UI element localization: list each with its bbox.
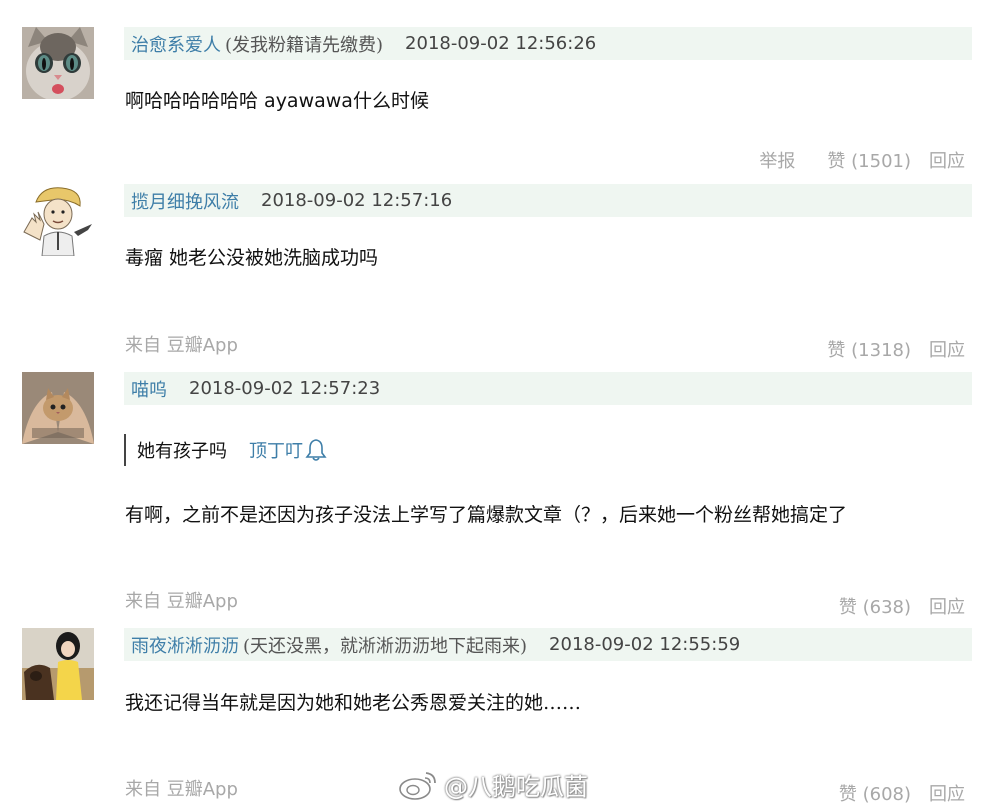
- avatar-cat[interactable]: [22, 27, 94, 99]
- comment-time: 2018-09-02 12:56:26: [405, 33, 597, 54]
- report-link[interactable]: 举报: [759, 147, 795, 173]
- comment-time: 2018-09-02 12:57:16: [261, 190, 453, 211]
- comment-header: 雨夜淅淅沥沥 (天还没黑，就淅淅沥沥地下起雨来) 2018-09-02 12:5…: [124, 628, 972, 661]
- reply-link[interactable]: 回应: [929, 593, 965, 619]
- comment-text-part: 啊哈哈哈哈哈哈: [125, 90, 265, 112]
- reply-link[interactable]: 回应: [929, 147, 965, 173]
- comment-actions: 赞 (1318) 回应: [827, 336, 965, 362]
- quoted-comment: 她有孩子吗 顶丁叮: [124, 434, 327, 466]
- reply-link[interactable]: 回应: [929, 336, 965, 362]
- comment-text: 毒瘤 她老公没被她洗脑成功吗: [125, 247, 379, 269]
- comment-time: 2018-09-02 12:57:23: [189, 378, 381, 399]
- cat-avatar-image: [22, 27, 94, 99]
- like-button[interactable]: 赞 (1501): [827, 147, 911, 173]
- user-signature: (天还没黑，就淅淅沥沥地下起雨来): [243, 635, 528, 657]
- bell-icon[interactable]: [305, 438, 327, 462]
- comment-text: 啊哈哈哈哈哈哈 ayawawa什么时候: [125, 86, 429, 113]
- quote-text: 她有孩子吗: [137, 441, 227, 462]
- comment-header: 揽月细挽风流 2018-09-02 12:57:16: [124, 184, 972, 217]
- username[interactable]: 雨夜淅淅沥沥: [131, 632, 239, 658]
- avatar-kitten-hands[interactable]: [22, 372, 94, 444]
- quote-author[interactable]: 顶丁叮: [249, 437, 303, 463]
- watermark: @八鹅吃瓜菌: [398, 767, 588, 802]
- comment-text: 我还记得当年就是因为她和她老公秀恩爱关注的她……: [125, 692, 582, 714]
- cartoon-man-avatar-image: [22, 184, 94, 256]
- comment-source: 来自 豆瓣App: [125, 779, 238, 800]
- username[interactable]: 治愈系爱人: [131, 31, 221, 57]
- comment-text-latin: ayawawa: [264, 90, 353, 112]
- username[interactable]: 揽月细挽风流: [131, 188, 239, 214]
- comment-actions: 举报 赞 (1501) 回应: [759, 147, 965, 173]
- comment-header: 治愈系爱人 (发我粉籍请先缴费) 2018-09-02 12:56:26: [124, 27, 972, 60]
- username[interactable]: 喵呜: [131, 376, 167, 402]
- like-button[interactable]: 赞 (1318): [827, 336, 911, 362]
- comment-text: 有啊，之前不是还因为孩子没法上学写了篇爆款文章（？，后来她一个粉丝帮她搞定了: [125, 504, 848, 526]
- reply-link[interactable]: 回应: [929, 780, 965, 806]
- like-button[interactable]: 赞 (608): [839, 780, 911, 806]
- kitten-avatar-image: [22, 372, 94, 444]
- comment-source: 来自 豆瓣App: [125, 335, 238, 356]
- woman-horse-avatar-image: [22, 628, 94, 700]
- like-button[interactable]: 赞 (638): [839, 593, 911, 619]
- avatar-woman-horse[interactable]: [22, 628, 94, 700]
- avatar-cartoon-man[interactable]: [22, 184, 94, 256]
- comment-header: 喵呜 2018-09-02 12:57:23: [124, 372, 972, 405]
- comment-actions: 赞 (608) 回应: [839, 780, 965, 806]
- comment-source: 来自 豆瓣App: [125, 591, 238, 612]
- comment-actions: 赞 (638) 回应: [839, 593, 965, 619]
- watermark-text: @八鹅吃瓜菌: [444, 773, 588, 801]
- comment-text-part: 什么时候: [352, 90, 429, 112]
- comment-time: 2018-09-02 12:55:59: [549, 634, 741, 655]
- user-signature: (发我粉籍请先缴费): [225, 34, 384, 56]
- weibo-logo-icon: [399, 771, 436, 800]
